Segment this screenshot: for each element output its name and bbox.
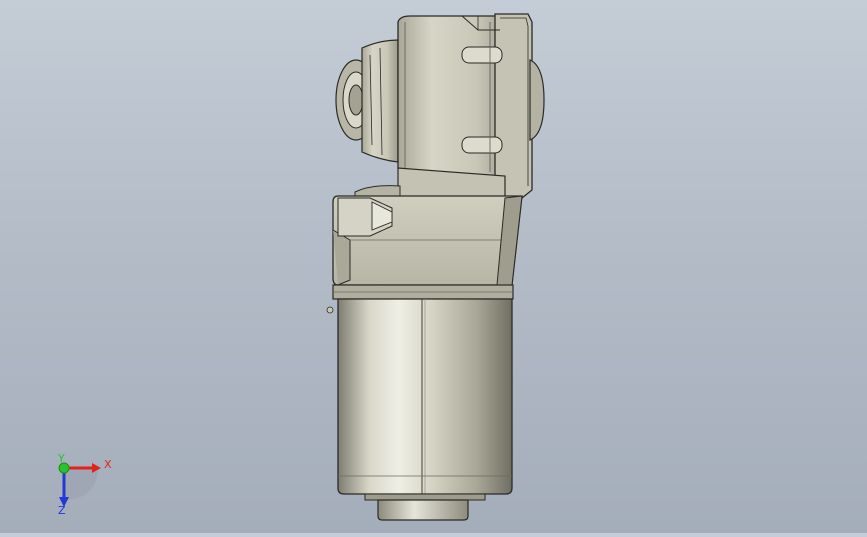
graphics-viewport[interactable]: X Y Z [0, 0, 867, 533]
z-axis-label: Z [58, 504, 66, 517]
motor-shaft-end[interactable] [364, 493, 486, 521]
motor-can[interactable] [337, 298, 513, 495]
x-axis-label: X [104, 458, 112, 471]
orientation-triad: X Y Z [57, 452, 112, 517]
gear-housing[interactable] [335, 13, 545, 199]
gearbox-block[interactable] [332, 195, 523, 300]
y-axis-label: Y [57, 452, 65, 465]
model-canvas[interactable]: X Y Z [0, 0, 867, 533]
